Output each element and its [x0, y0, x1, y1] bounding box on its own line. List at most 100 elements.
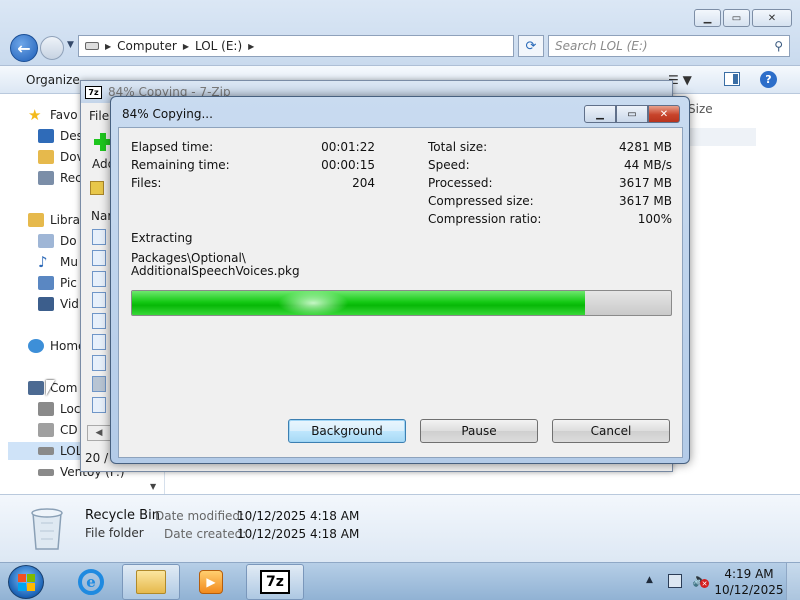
- star-icon: ★: [28, 106, 42, 124]
- file-row-icon[interactable]: [92, 250, 106, 266]
- taskbar-media-player[interactable]: ▶: [182, 564, 240, 600]
- recycle-bin-icon: [31, 508, 63, 550]
- nav-homegroup[interactable]: Home: [28, 339, 85, 353]
- mouse-cursor-icon: [46, 380, 55, 396]
- internet-explorer-icon: e: [78, 569, 104, 595]
- nav-recent-places[interactable]: Rec: [38, 171, 82, 185]
- recent-places-icon: [38, 171, 54, 185]
- search-input[interactable]: Search LOL (E:) ⚲: [548, 35, 790, 57]
- close-button[interactable]: ✕: [752, 9, 792, 27]
- date-modified-value: 10/12/2025 4:18 AM: [237, 509, 360, 523]
- progress-bar-fill: [132, 291, 585, 315]
- dialog-caption-buttons: ▁ ▭ ✕: [584, 105, 680, 123]
- computer-icon: [28, 381, 44, 395]
- forward-button[interactable]: [40, 36, 64, 60]
- dialog-close-button[interactable]: ✕: [648, 105, 680, 123]
- taskbar-7zip[interactable]: 7z: [246, 564, 304, 600]
- windows-logo-icon: [17, 582, 26, 591]
- file-row-icon[interactable]: [92, 292, 106, 308]
- windows-logo-icon: [26, 573, 35, 582]
- back-button[interactable]: ←: [10, 34, 38, 62]
- maximize-button[interactable]: ▭: [723, 9, 750, 27]
- dialog-minimize-button[interactable]: ▁: [584, 105, 616, 123]
- scroll-left-arrow-icon[interactable]: ◀: [87, 425, 111, 441]
- preview-pane-icon[interactable]: [724, 72, 740, 86]
- nav-videos[interactable]: Vid: [38, 297, 79, 311]
- recent-pages-dropdown[interactable]: ▼: [67, 40, 74, 50]
- windows-logo-icon: [17, 573, 26, 582]
- downloads-icon: [38, 150, 54, 164]
- cancel-button[interactable]: Cancel: [552, 419, 670, 443]
- elapsed-time-value: 00:01:22: [321, 140, 375, 154]
- clock-time: 4:19 AM: [724, 567, 774, 581]
- total-size-label: Total size:: [428, 140, 488, 154]
- address-bar[interactable]: ▶ Computer ▶ LOL (E:) ▶: [78, 35, 514, 57]
- music-icon: ♪: [38, 253, 48, 271]
- explorer-caption-buttons: ▁ ▭ ✕: [694, 9, 792, 27]
- help-icon[interactable]: ?: [760, 71, 777, 88]
- remaining-time-label: Remaining time:: [131, 158, 230, 172]
- details-item-type: File folder: [85, 526, 144, 540]
- nav-libraries[interactable]: Libra: [28, 213, 80, 227]
- progress-bar: [131, 290, 672, 316]
- nav-favorites[interactable]: ★ Favo: [28, 106, 78, 124]
- organize-menu[interactable]: Organize: [26, 73, 80, 87]
- network-icon[interactable]: [668, 574, 682, 588]
- remaining-time-value: 00:00:15: [321, 158, 375, 172]
- folder-up-icon[interactable]: [90, 181, 104, 195]
- chevron-right-icon[interactable]: ▶: [105, 42, 111, 51]
- file-row-icon[interactable]: [92, 313, 106, 329]
- folder-icon: [136, 570, 166, 594]
- scroll-down-arrow-icon[interactable]: ▼: [150, 482, 156, 491]
- date-created-value: 10/12/2025 4:18 AM: [237, 527, 360, 541]
- explorer-titlebar: ▁ ▭ ✕ ← ▼ ▶ Computer ▶ LOL (E:) ▶ ⟳ Sear…: [0, 0, 800, 66]
- refresh-button[interactable]: ⟳: [518, 35, 544, 57]
- total-size-value: 4281 MB: [619, 140, 672, 154]
- nav-documents[interactable]: Do: [38, 234, 77, 248]
- file-row-icon[interactable]: [92, 376, 106, 392]
- file-row-icon[interactable]: [92, 229, 106, 245]
- speed-value: 44 MB/s: [624, 158, 672, 172]
- show-hidden-icons-icon[interactable]: ▲: [646, 575, 653, 585]
- breadcrumb-computer[interactable]: Computer: [117, 39, 177, 53]
- nav-pictures[interactable]: Pic: [38, 276, 77, 290]
- show-desktop-button[interactable]: [786, 563, 800, 600]
- nav-cd-drive[interactable]: CD: [38, 423, 78, 437]
- pause-button[interactable]: Pause: [420, 419, 538, 443]
- clock-date: 10/12/2025: [714, 583, 784, 597]
- column-header-strip: [686, 128, 756, 146]
- file-row-icon[interactable]: [92, 271, 106, 287]
- date-created-label: Date created:: [164, 527, 247, 541]
- nav-label: Rec: [60, 171, 82, 185]
- cd-drive-icon: [38, 423, 54, 437]
- files-label: Files:: [131, 176, 162, 190]
- minimize-button[interactable]: ▁: [694, 9, 721, 27]
- current-path-line1: Packages\Optional\: [131, 251, 246, 265]
- usb-drive-icon: [38, 468, 54, 476]
- speed-label: Speed:: [428, 158, 470, 172]
- date-modified-label: Date modified:: [155, 509, 245, 523]
- size-column-header[interactable]: Size: [688, 102, 713, 116]
- libraries-icon: [28, 213, 44, 227]
- chevron-right-icon[interactable]: ▶: [183, 42, 189, 51]
- dialog-maximize-button[interactable]: ▭: [616, 105, 648, 123]
- documents-icon: [38, 234, 54, 248]
- system-clock[interactable]: 4:19 AM 10/12/2025: [714, 566, 784, 598]
- breadcrumb-lol-drive[interactable]: LOL (E:): [195, 39, 242, 53]
- nav-label: Pic: [60, 276, 77, 290]
- nav-desktop[interactable]: Des: [38, 129, 83, 143]
- file-row-icon[interactable]: [92, 355, 106, 371]
- taskbar-internet-explorer[interactable]: e: [62, 564, 120, 600]
- background-button[interactable]: Background: [288, 419, 406, 443]
- taskbar-windows-explorer[interactable]: [122, 564, 180, 600]
- file-row-icon[interactable]: [92, 334, 106, 350]
- nav-label: Libra: [50, 213, 80, 227]
- chevron-right-icon[interactable]: ▶: [248, 42, 254, 51]
- nav-local-disk[interactable]: Loc: [38, 402, 80, 416]
- nav-music[interactable]: ♪ Mu: [38, 253, 78, 271]
- file-menu[interactable]: File: [89, 109, 109, 123]
- file-row-icon[interactable]: [92, 397, 106, 413]
- homegroup-icon: [28, 339, 44, 353]
- nav-downloads[interactable]: Dov: [38, 150, 84, 164]
- start-button[interactable]: [8, 565, 44, 599]
